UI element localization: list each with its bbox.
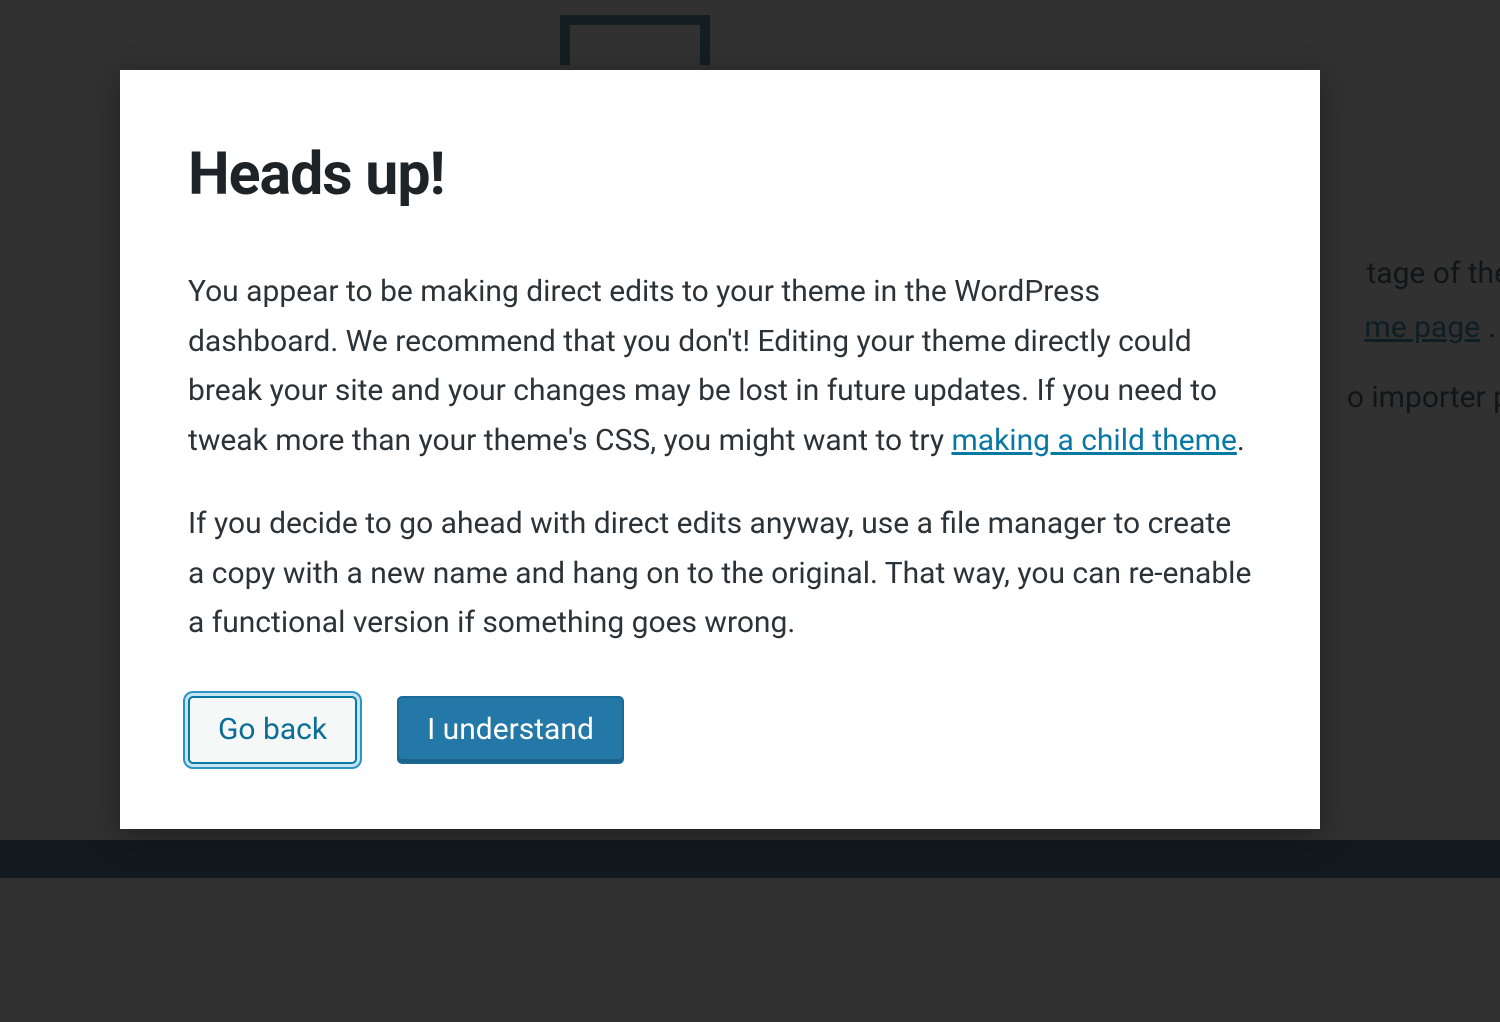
modal-p1-suffix: . <box>1237 423 1245 458</box>
child-theme-link[interactable]: making a child theme <box>951 423 1236 458</box>
warning-modal: Heads up! You appear to be making direct… <box>120 70 1320 829</box>
i-understand-button[interactable]: I understand <box>397 696 624 764</box>
modal-paragraph-2: If you decide to go ahead with direct ed… <box>188 499 1252 648</box>
modal-title: Heads up! <box>188 140 1252 209</box>
modal-button-row: Go back I understand <box>188 696 1252 764</box>
modal-paragraph-1: You appear to be making direct edits to … <box>188 267 1252 465</box>
go-back-button[interactable]: Go back <box>188 696 357 764</box>
